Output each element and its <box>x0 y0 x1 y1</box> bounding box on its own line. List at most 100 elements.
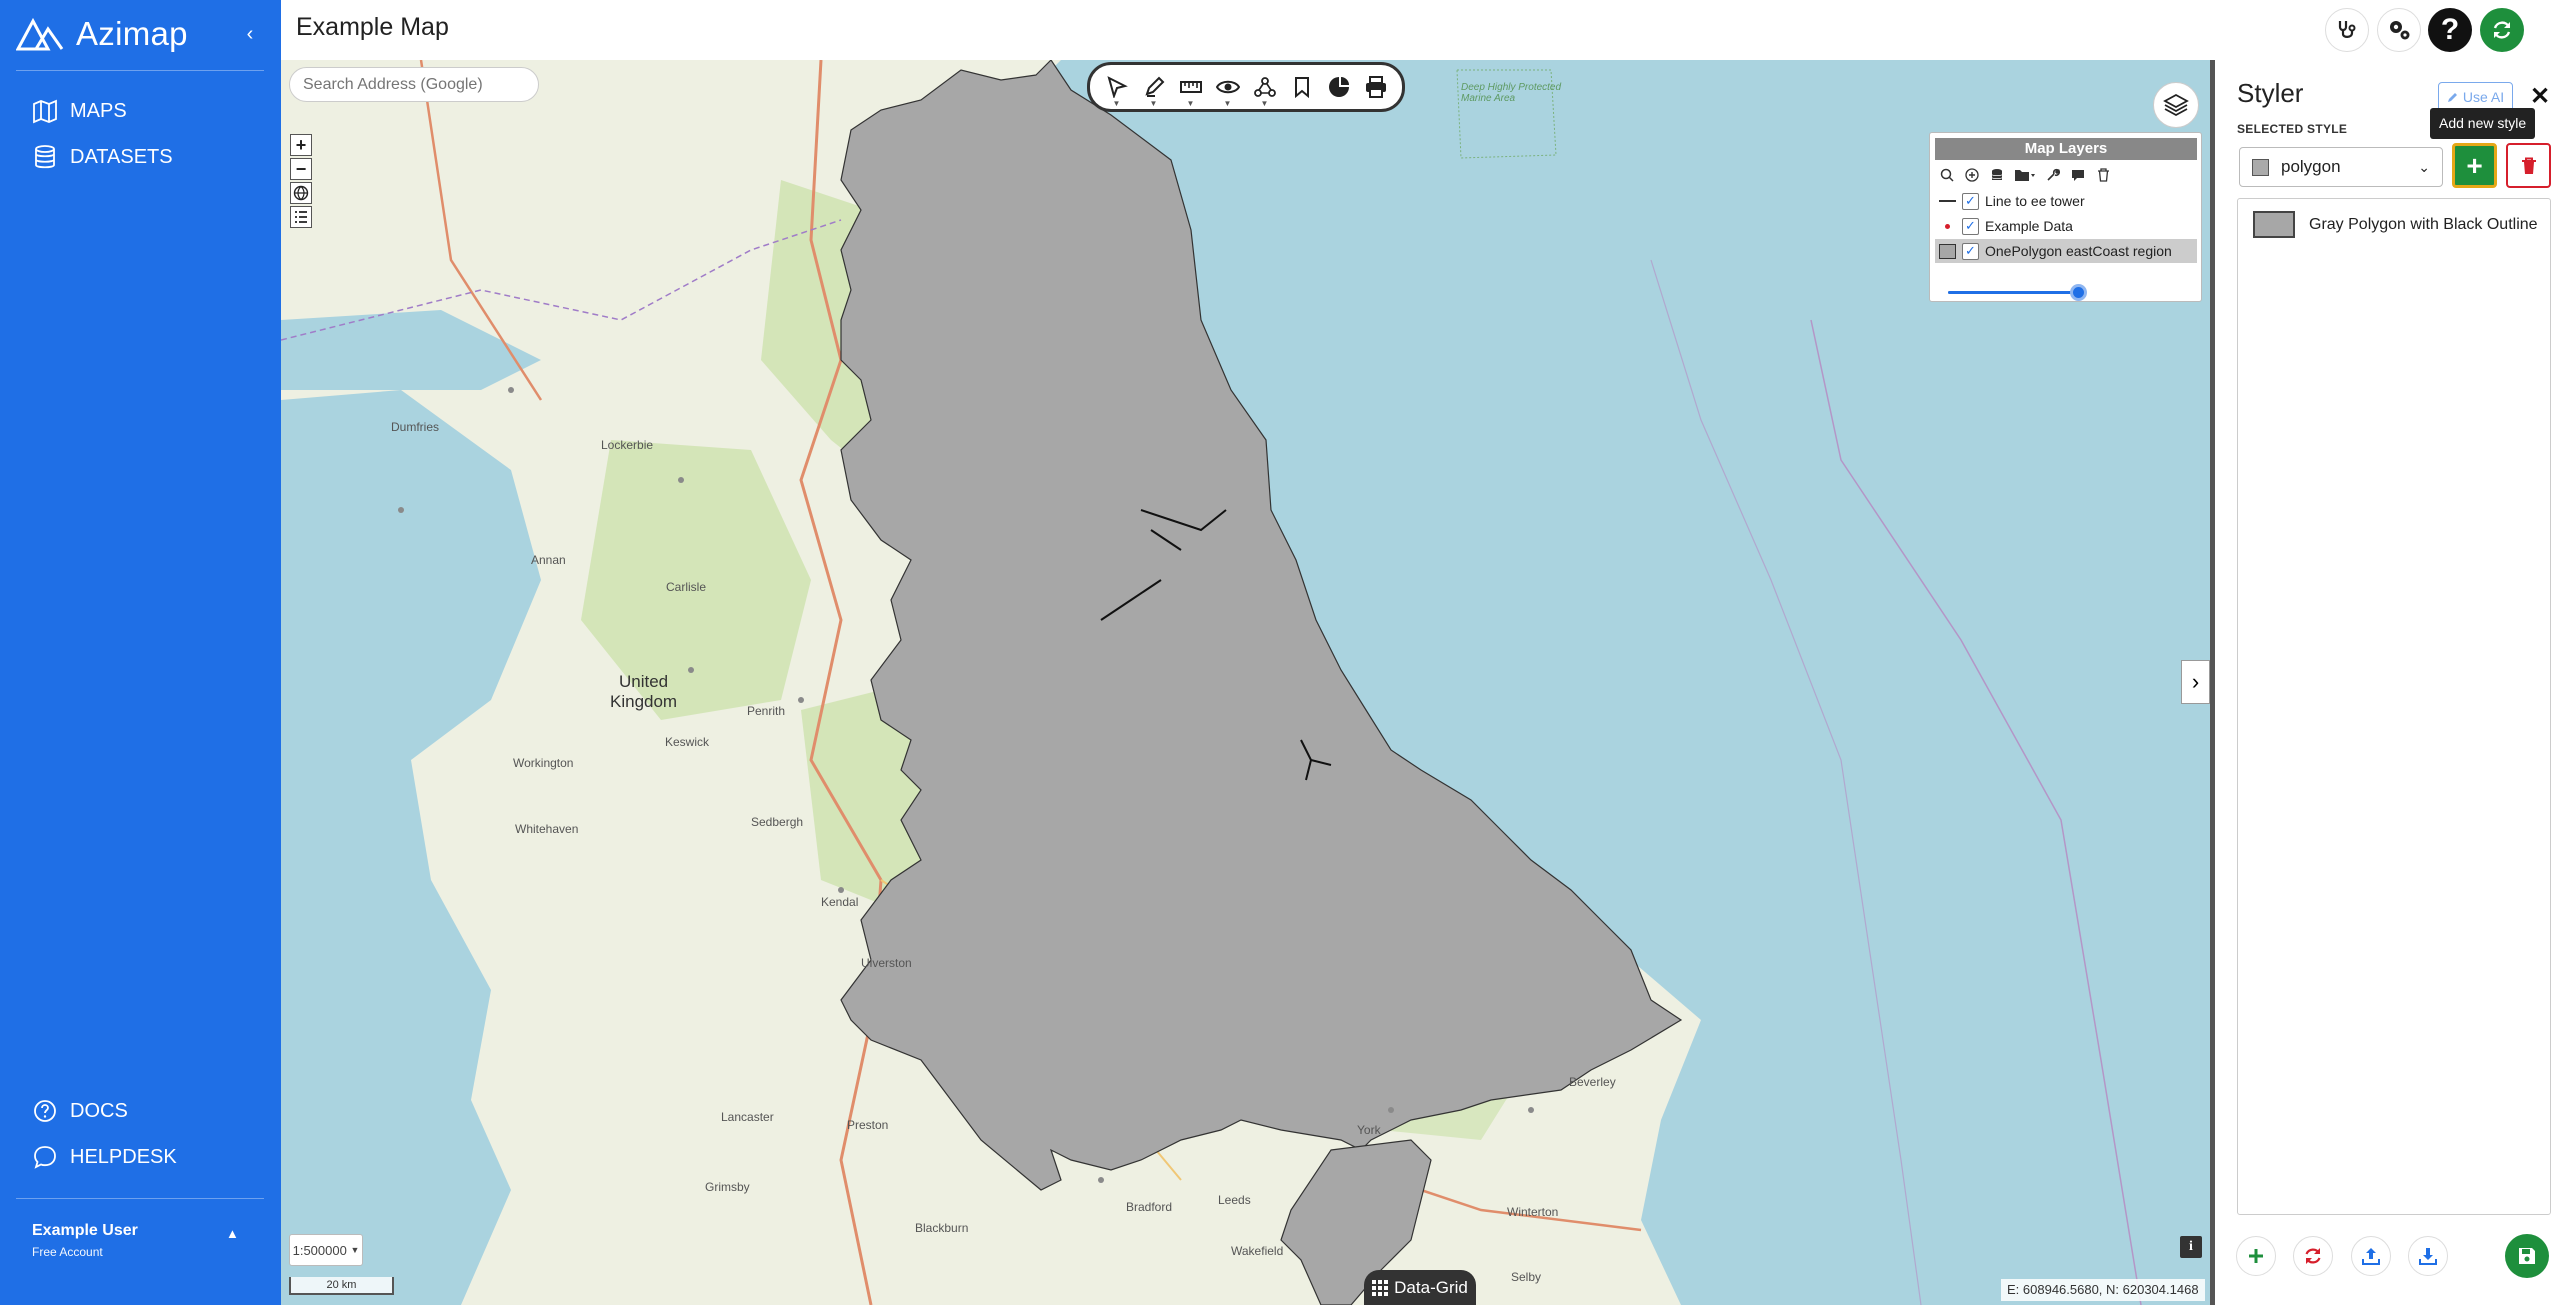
search-icon[interactable] <box>1938 166 1956 184</box>
scale-select[interactable]: 1:500000 ▼ <box>289 1234 363 1266</box>
chevron-up-icon[interactable]: ▲ <box>226 1226 239 1241</box>
sidebar-item-docs[interactable]: DOCS <box>32 1098 128 1124</box>
globe-icon[interactable] <box>290 182 312 204</box>
draw-icon <box>1144 76 1164 97</box>
settings-icon <box>2390 21 2410 40</box>
delete-style-button[interactable] <box>2506 143 2551 188</box>
sidebar-item-maps[interactable]: MAPS <box>32 98 127 124</box>
bookmark-button[interactable] <box>1287 70 1317 104</box>
address-search-input[interactable] <box>289 67 539 102</box>
sidebar-item-helpdesk[interactable]: HELPDESK <box>32 1144 177 1170</box>
layers-toolbar <box>1938 166 2112 184</box>
upload-button[interactable] <box>2351 1236 2391 1276</box>
legend-list-icon[interactable] <box>290 206 312 228</box>
stethoscope-icon <box>2338 21 2356 38</box>
data-grid-button[interactable]: Data-Grid <box>1364 1270 1476 1305</box>
town-label: Kendal <box>821 895 859 909</box>
map-icon <box>33 99 57 124</box>
sidebar-item-datasets[interactable]: DATASETS <box>32 144 173 170</box>
town-label: Keswick <box>665 735 710 749</box>
use-ai-label: Use AI <box>2462 89 2505 105</box>
sync-button[interactable] <box>2293 1236 2333 1276</box>
line-swatch-icon <box>1939 200 1956 202</box>
help-icon: ? <box>2440 13 2460 46</box>
help-circle-icon <box>34 1100 56 1122</box>
close-icon[interactable]: ✕ <box>2530 82 2550 111</box>
rule-label: Gray Polygon with Black Outline <box>2309 215 2538 233</box>
info-icon[interactable]: i <box>2180 1236 2202 1258</box>
add-rule-button[interactable] <box>2236 1236 2276 1276</box>
layer-row[interactable]: ✓ OnePolygon eastCoast region <box>1935 239 2197 263</box>
plus-icon <box>2249 1249 2263 1263</box>
chevron-right-icon[interactable]: › <box>2181 660 2210 704</box>
azimap-logo-icon <box>16 17 64 51</box>
layer-opacity-slider[interactable] <box>1948 284 2087 301</box>
styler-title: Styler <box>2237 78 2304 108</box>
folder-icon[interactable] <box>2013 166 2037 184</box>
style-rule[interactable]: Gray Polygon with Black Outline <box>2253 211 2538 238</box>
layer-name: Line to ee tower <box>1985 193 2085 209</box>
header: Example Map ? <box>281 0 2560 60</box>
print-button[interactable] <box>1361 70 1391 104</box>
zoom-in-button[interactable]: + <box>290 134 312 156</box>
view-tool-button[interactable]: ▼ <box>1213 70 1243 108</box>
refresh-button[interactable] <box>2480 8 2524 52</box>
help-button[interactable]: ? <box>2428 8 2472 52</box>
rule-swatch <box>2253 211 2295 238</box>
measure-tool-button[interactable]: ▼ <box>1176 70 1206 108</box>
brand[interactable]: Azimap <box>16 14 188 54</box>
network-icon <box>1253 77 1276 97</box>
town-label: Blackburn <box>915 1221 969 1235</box>
network-tool-button[interactable]: ▼ <box>1250 70 1280 108</box>
select-tool-button[interactable]: ▼ <box>1102 70 1132 108</box>
wrench-icon[interactable] <box>2044 166 2062 184</box>
opacity-slider-handle[interactable] <box>2070 284 2087 301</box>
add-layer-icon[interactable] <box>1963 166 1981 184</box>
town-label: Ulverston <box>861 956 912 970</box>
chart-button[interactable] <box>1324 70 1354 104</box>
download-button[interactable] <box>2408 1236 2448 1276</box>
layer-row[interactable]: ✓ Line to ee tower <box>1935 189 2197 213</box>
refresh-icon <box>2493 21 2511 39</box>
draw-tool-button[interactable]: ▼ <box>1139 70 1169 108</box>
save-style-button[interactable] <box>2505 1234 2549 1278</box>
sea-boundary <box>1810 319 2142 1305</box>
style-select[interactable]: polygon ⌄ <box>2239 147 2443 187</box>
data-grid-label: Data-Grid <box>1394 1277 1468 1297</box>
trash-icon[interactable] <box>2094 166 2112 184</box>
layer-visibility-checkbox[interactable]: ✓ <box>1962 192 1979 210</box>
town-label: Beverley <box>1569 1075 1616 1089</box>
protected-area-label: Deep Highly Protected Marine Area <box>1461 82 1562 104</box>
town-label: Leeds <box>1218 1193 1251 1207</box>
sea-boundary <box>1650 259 1922 1305</box>
zoom-out-button[interactable]: − <box>290 158 312 180</box>
layers-toggle-button[interactable] <box>2153 82 2199 128</box>
pencil-icon <box>2447 93 2457 102</box>
layer-row[interactable]: ✓ Example Data <box>1935 214 2197 238</box>
comment-icon[interactable] <box>2069 166 2087 184</box>
town-label: Carlisle <box>666 580 707 594</box>
print-icon <box>1365 76 1386 98</box>
layer-name: Example Data <box>1985 218 2073 234</box>
collapse-sidebar-icon[interactable]: ‹ <box>238 22 262 46</box>
layer-visibility-checkbox[interactable]: ✓ <box>1962 217 1979 235</box>
diagnostics-button[interactable] <box>2325 8 2369 52</box>
scale-bar: 20 km <box>289 1277 394 1295</box>
chevron-down-icon: ⌄ <box>2418 158 2430 175</box>
page-title: Example Map <box>296 13 449 41</box>
settings-button[interactable] <box>2377 8 2421 52</box>
polygon-swatch-icon <box>1939 243 1956 259</box>
database-icon[interactable] <box>1988 166 2006 184</box>
map-canvas[interactable]: United Kingdom York Leeds Bradford Wakefi… <box>281 60 2210 1305</box>
region-polygon <box>840 60 1683 1191</box>
user-menu[interactable]: Example User Free Account <box>32 1222 138 1259</box>
grid-icon <box>1372 1279 1389 1296</box>
layer-visibility-checkbox[interactable]: ✓ <box>1962 242 1979 260</box>
add-style-button[interactable]: + <box>2452 143 2497 188</box>
town-label: Workington <box>513 756 574 770</box>
point-swatch-icon <box>1939 223 1956 229</box>
scale-value: 1:500000 <box>292 1242 347 1258</box>
sync-icon <box>2305 1248 2321 1264</box>
chevron-down-icon: ▼ <box>350 1245 360 1255</box>
plus-icon: + <box>2466 149 2483 181</box>
